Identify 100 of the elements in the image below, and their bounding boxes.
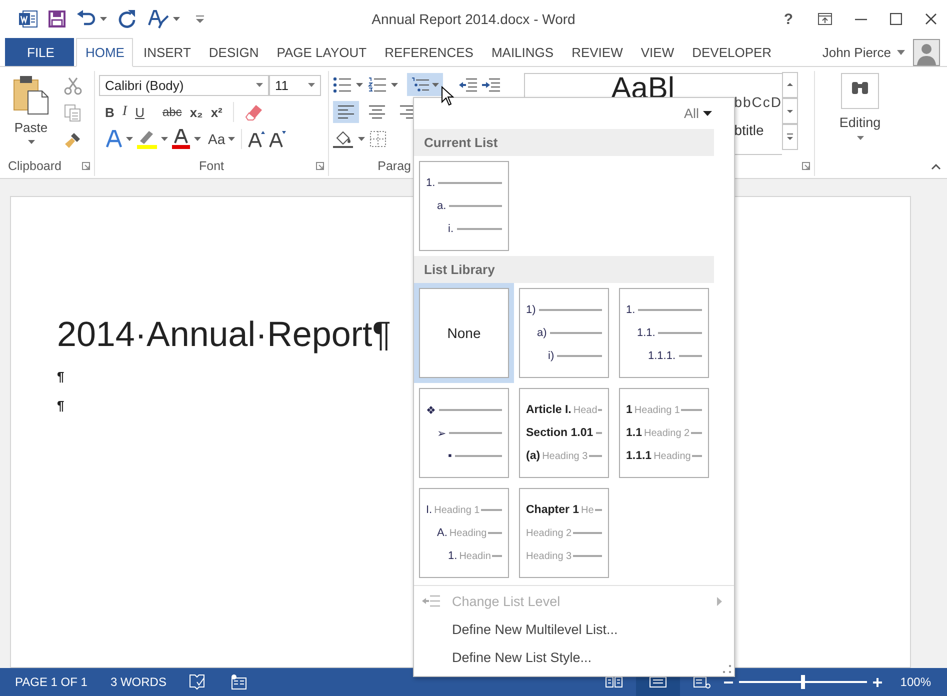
format-button[interactable]: B: [105, 104, 114, 120]
dialog-launcher-icon[interactable]: [82, 162, 90, 170]
heading-text: Heading 3: [542, 450, 588, 462]
list-marker: 1.: [426, 177, 436, 189]
caret-icon[interactable]: [161, 137, 168, 141]
zoom-level[interactable]: 100%: [900, 675, 931, 689]
spelling-icon[interactable]: [147, 8, 169, 30]
increase-indent-icon[interactable]: [482, 78, 500, 92]
list-style-option[interactable]: None: [414, 283, 514, 383]
list-marker: Article I.: [526, 403, 572, 418]
ribbon-tab[interactable]: MAILINGS: [483, 38, 562, 66]
ribbon-tab[interactable]: HOME: [76, 38, 134, 67]
list-marker: I.: [426, 504, 432, 516]
font-color-icon[interactable]: [171, 129, 191, 149]
filter-dropdown[interactable]: All: [684, 106, 714, 121]
heading-text: He: [581, 504, 594, 516]
text-effects-icon[interactable]: [105, 130, 123, 148]
shrink-font-icon[interactable]: [269, 130, 288, 148]
menu-item[interactable]: Define New List Style...: [414, 643, 726, 671]
ribbon-tab[interactable]: DEVELOPER: [684, 38, 780, 66]
save-icon[interactable]: [48, 10, 66, 28]
page-count[interactable]: PAGE 1 OF 1: [15, 675, 88, 689]
clipboard-icon: [12, 75, 50, 115]
list-marker: i.: [448, 223, 454, 235]
change-level-icon: [422, 595, 440, 607]
undo-icon[interactable]: [76, 10, 96, 28]
ribbon-tab[interactable]: PAGE LAYOUT: [268, 38, 375, 66]
format-button[interactable]: x²: [210, 104, 222, 120]
format-button[interactable]: x₂: [190, 104, 203, 120]
section-header: List Library: [414, 256, 714, 283]
caret-icon[interactable]: [100, 17, 107, 21]
heading-text: Heading 2: [526, 528, 572, 538]
user-name[interactable]: John Pierce: [822, 44, 891, 60]
font-name-dropdown[interactable]: Calibri (Body): [99, 74, 269, 96]
paste-button[interactable]: Paste: [0, 71, 56, 156]
caret-icon[interactable]: [897, 50, 905, 54]
paragraph-mark: ¶: [57, 398, 64, 413]
multilevel-list-icon: [411, 76, 429, 92]
format-button[interactable]: abc: [162, 105, 182, 119]
editing-button[interactable]: Editing: [839, 73, 881, 140]
align-left-button[interactable]: [333, 100, 359, 122]
ribbon-tab[interactable]: VIEW: [632, 38, 682, 66]
collapse-ribbon-icon[interactable]: [931, 164, 941, 170]
bullets-icon[interactable]: [333, 76, 351, 92]
change-case-button[interactable]: Aa: [208, 131, 226, 147]
list-marker: ➢: [437, 426, 446, 440]
format-button[interactable]: I: [122, 104, 128, 120]
numbering-icon[interactable]: [368, 76, 386, 92]
group-label: Font: [198, 159, 224, 173]
font-size-dropdown[interactable]: 11: [269, 74, 321, 96]
shading-icon[interactable]: [333, 130, 353, 148]
caret-icon[interactable]: [173, 17, 180, 21]
paragraph-mark: ¶: [57, 369, 64, 384]
ribbon-tab[interactable]: REFERENCES: [376, 38, 482, 66]
list-marker: 1.: [626, 304, 636, 316]
highlighter-icon[interactable]: [136, 129, 158, 149]
caret-icon[interactable]: [358, 136, 365, 140]
format-button[interactable]: U: [135, 104, 144, 120]
word-count[interactable]: 3 WORDS: [110, 675, 166, 689]
format-painter-icon[interactable]: [64, 131, 82, 149]
help-button[interactable]: ?: [784, 10, 793, 28]
decrease-indent-icon[interactable]: [459, 78, 477, 92]
multilevel-list-button[interactable]: [407, 73, 443, 96]
ribbon-tab[interactable]: INSERT: [135, 38, 199, 66]
file-tab[interactable]: FILE: [5, 38, 74, 66]
resize-grip-icon[interactable]: [723, 665, 731, 673]
caret-icon: [703, 111, 712, 116]
maximize-icon[interactable]: [890, 13, 902, 25]
gallery-more-icon[interactable]: [782, 124, 798, 150]
caret-icon[interactable]: [126, 137, 133, 141]
close-icon[interactable]: [925, 13, 937, 25]
list-marker: 1.1.1.: [648, 350, 676, 362]
group-label: Clipboard: [8, 159, 62, 173]
caret-icon: [856, 136, 864, 140]
list-marker: 1: [626, 403, 632, 418]
word-logo-icon: [18, 9, 38, 29]
menu-item[interactable]: Define New Multilevel List...: [414, 615, 726, 643]
ribbon-display-options-icon[interactable]: [818, 13, 832, 25]
caret-icon[interactable]: [194, 137, 201, 141]
caret-icon[interactable]: [391, 82, 398, 86]
ribbon-tab[interactable]: REVIEW: [564, 38, 631, 66]
customize-toolbar-icon[interactable]: [196, 15, 204, 23]
caret-icon[interactable]: [228, 137, 236, 141]
cut-icon[interactable]: [64, 77, 82, 95]
grow-font-icon[interactable]: [248, 130, 266, 148]
heading-text: Heading 1: [434, 504, 480, 516]
style-sample[interactable]: bbCcD: [734, 94, 782, 110]
list-marker: a): [537, 327, 547, 339]
macro-recording-icon[interactable]: [231, 674, 248, 690]
list-marker: (a): [526, 449, 540, 464]
dialog-launcher-icon[interactable]: [316, 162, 324, 170]
borders-icon[interactable]: [370, 130, 386, 146]
proofing-icon[interactable]: [189, 674, 206, 690]
avatar-icon[interactable]: [913, 38, 940, 66]
zoom-in-icon[interactable]: [873, 678, 882, 686]
ribbon-tab[interactable]: DESIGN: [200, 38, 267, 66]
heading-text: Headin: [459, 550, 491, 562]
caret-icon[interactable]: [356, 82, 363, 86]
dialog-launcher-icon[interactable]: [802, 162, 810, 170]
redo-icon[interactable]: [117, 9, 137, 29]
